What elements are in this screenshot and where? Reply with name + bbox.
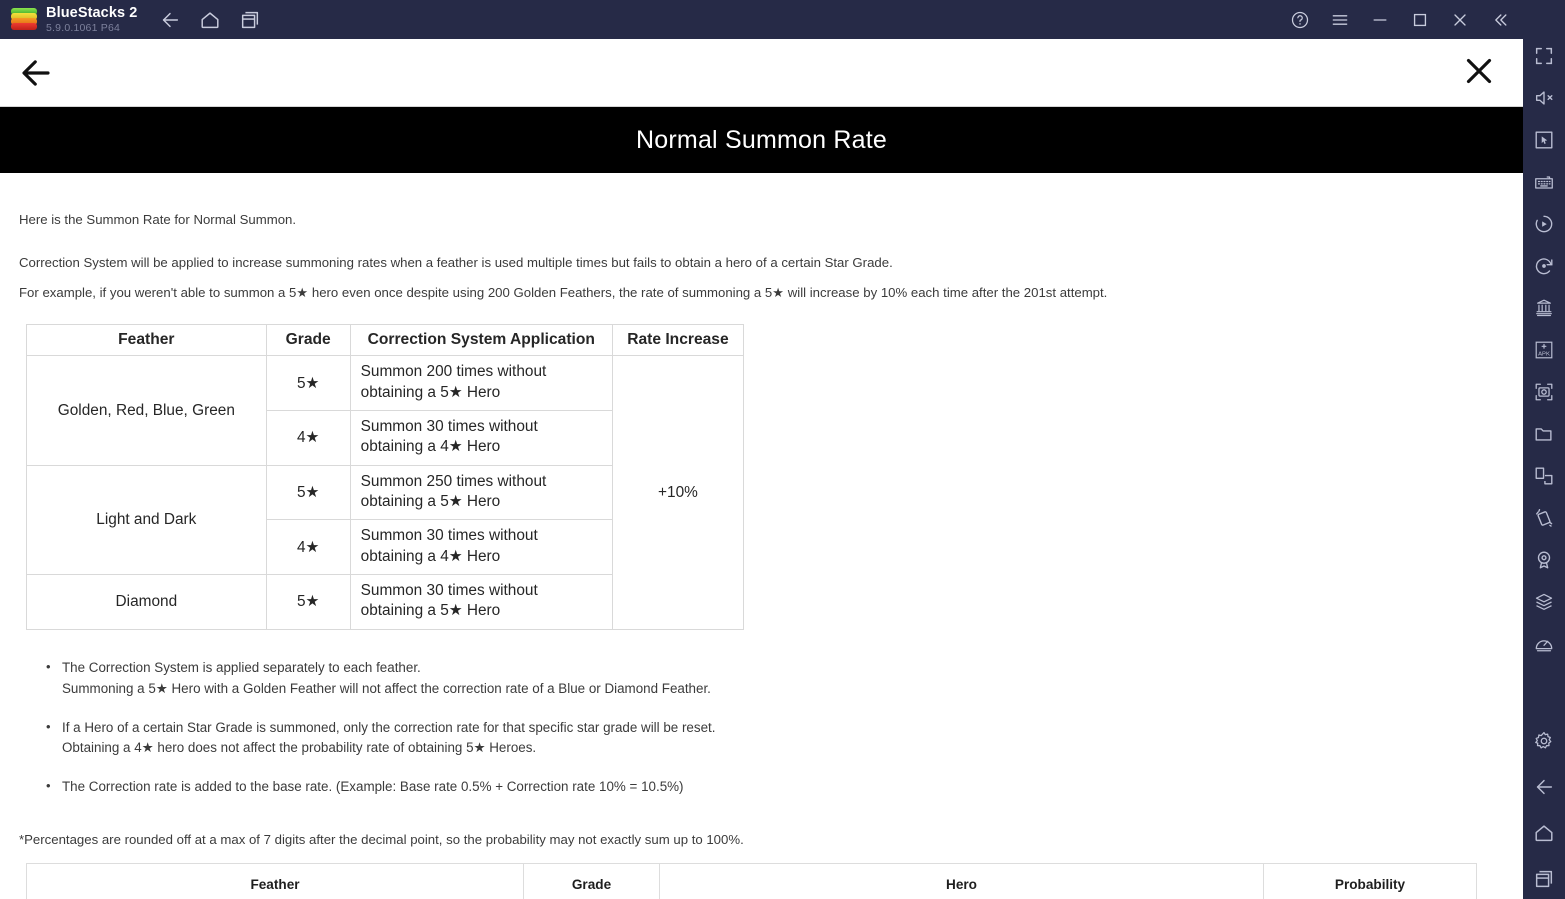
window-controls (1290, 0, 1523, 39)
macro-play-icon[interactable] (1532, 212, 1556, 236)
note-line-2: Summoning a 5★ Hero with a Golden Feathe… (62, 680, 711, 696)
cell-application: Summon 250 times without obtaining a 5★ … (349, 464, 613, 521)
app-close-icon[interactable] (1461, 53, 1497, 89)
fullscreen-icon[interactable] (1532, 44, 1556, 68)
apk-install-icon[interactable]: APK (1532, 338, 1556, 362)
intro-paragraph-3: For example, if you weren't able to summ… (19, 285, 1108, 301)
column-header-rate-increase: Rate Increase (611, 324, 745, 357)
note-line-1: If a Hero of a certain Star Grade is sum… (62, 719, 716, 735)
application-line-1: Summon 200 times without (360, 363, 547, 381)
rotate-icon[interactable] (1532, 464, 1556, 488)
intro-paragraph-1: Here is the Summon Rate for Normal Summo… (19, 212, 297, 227)
application-line-2: obtaining a 4★ Hero (360, 438, 501, 456)
minimize-icon[interactable] (1370, 10, 1390, 30)
table-header-row: Feather Grade Correction System Applicat… (26, 324, 745, 357)
cell-grade: 5★ (265, 355, 351, 412)
bluestacks-window: BlueStacks 2 5.9.0.1061 P64 Normal Summo… (0, 0, 1565, 899)
page-content: Here is the Summon Rate for Normal Summo… (0, 173, 1523, 899)
cell-application: Summon 200 times without obtaining a 5★ … (349, 355, 613, 412)
android-back-icon[interactable] (1532, 775, 1556, 799)
android-recents-icon[interactable] (1532, 867, 1556, 891)
cell-rate-increase: +10% (611, 355, 745, 630)
app-back-arrow-icon[interactable] (18, 55, 54, 91)
cell-feather: Diamond (26, 574, 267, 630)
macro-record-icon[interactable] (1532, 254, 1556, 278)
cursor-icon[interactable] (1532, 128, 1556, 152)
percentage-footnote: *Percentages are rounded off at a max of… (19, 832, 744, 848)
settings-gear-icon[interactable] (1532, 729, 1556, 753)
collapse-sidebar-icon[interactable] (1490, 10, 1510, 30)
application-line-1: Summon 250 times without (360, 472, 547, 490)
cell-application: Summon 30 times without obtaining a 5★ H… (349, 574, 613, 630)
eco-mode-icon[interactable] (1532, 590, 1556, 614)
cell-grade: 4★ (265, 519, 351, 576)
notes-list: The Correction System is applied separat… (0, 657, 1523, 799)
back-icon[interactable] (159, 9, 181, 31)
window-title-bar: BlueStacks 2 5.9.0.1061 P64 (0, 0, 1523, 39)
application-line-1: Summon 30 times without (360, 582, 538, 600)
menu-icon[interactable] (1330, 10, 1350, 30)
table-header-row: Feather Grade Hero Probability (26, 863, 1477, 899)
help-icon[interactable] (1290, 10, 1310, 30)
application-line-2: obtaining a 4★ Hero (360, 547, 501, 565)
cell-feather: Golden, Red, Blue, Green (26, 355, 267, 466)
correction-system-table: Feather Grade Correction System Applicat… (26, 324, 745, 630)
location-icon[interactable] (1532, 548, 1556, 572)
multi-instance-icon[interactable] (239, 9, 261, 31)
list-item: If a Hero of a certain Star Grade is sum… (46, 717, 1523, 760)
close-icon[interactable] (1450, 10, 1470, 30)
android-home-icon[interactable] (1532, 821, 1556, 845)
cell-grade: 4★ (265, 410, 351, 466)
list-item: The Correction System is applied separat… (46, 657, 1523, 700)
probability-table: Feather Grade Hero Probability (26, 863, 1477, 899)
column-header-feather: Feather (26, 324, 267, 357)
cell-application: Summon 30 times without obtaining a 4★ H… (349, 519, 613, 576)
media-folder-icon[interactable] (1532, 422, 1556, 446)
mute-icon[interactable] (1532, 86, 1556, 110)
svg-text:APK: APK (1538, 352, 1550, 358)
shake-icon[interactable] (1532, 506, 1556, 530)
app-title-block: BlueStacks 2 5.9.0.1061 P64 (46, 4, 138, 34)
note-line-2: Obtaining a 4★ hero does not affect the … (62, 740, 537, 756)
column-header-grade: Grade (265, 324, 351, 357)
application-line-1: Summon 30 times without (360, 418, 538, 436)
note-line-1: The Correction System is applied separat… (62, 659, 421, 675)
app-version: 5.9.0.1061 P64 (46, 22, 121, 34)
home-icon[interactable] (199, 9, 221, 31)
window-nav-buttons (159, 9, 261, 31)
column-header-feather: Feather (26, 863, 524, 899)
bluestacks-sidebar: APK (1523, 0, 1565, 899)
keyboard-icon[interactable] (1532, 170, 1556, 194)
multi-instance-manager-icon[interactable] (1532, 296, 1556, 320)
performance-icon[interactable] (1532, 632, 1556, 656)
column-header-hero: Hero (659, 863, 1264, 899)
table-row: Golden, Red, Blue, Green 5★ Summon 200 t… (26, 355, 745, 630)
note-line-1: The Correction rate is added to the base… (62, 779, 684, 795)
application-line-2: obtaining a 5★ Hero (360, 383, 501, 401)
list-item: The Correction rate is added to the base… (46, 776, 1523, 798)
column-header-probability: Probability (1263, 863, 1477, 899)
column-header-grade: Grade (523, 863, 660, 899)
android-app-viewport: Normal Summon Rate Here is the Summon Ra… (0, 39, 1523, 899)
screenshot-icon[interactable] (1532, 380, 1556, 404)
application-line-1: Summon 30 times without (360, 527, 538, 545)
maximize-icon[interactable] (1410, 10, 1430, 30)
app-header-bar (0, 39, 1523, 107)
cell-application: Summon 30 times without obtaining a 4★ H… (349, 410, 613, 466)
column-header-application: Correction System Application (349, 324, 613, 357)
bluestacks-logo-icon (11, 7, 37, 33)
application-line-2: obtaining a 5★ Hero (360, 493, 501, 511)
page-title-banner: Normal Summon Rate (0, 107, 1523, 173)
sidebar-top-group: APK (1532, 44, 1556, 656)
application-line-2: obtaining a 5★ Hero (360, 602, 501, 620)
intro-paragraph-2: Correction System will be applied to inc… (19, 255, 893, 271)
page-title: Normal Summon Rate (636, 125, 887, 154)
sidebar-bottom-group (1532, 729, 1556, 891)
cell-grade: 5★ (265, 464, 351, 521)
cell-feather: Light and Dark (26, 464, 267, 576)
app-name: BlueStacks 2 (46, 4, 138, 21)
cell-grade: 5★ (265, 574, 351, 630)
